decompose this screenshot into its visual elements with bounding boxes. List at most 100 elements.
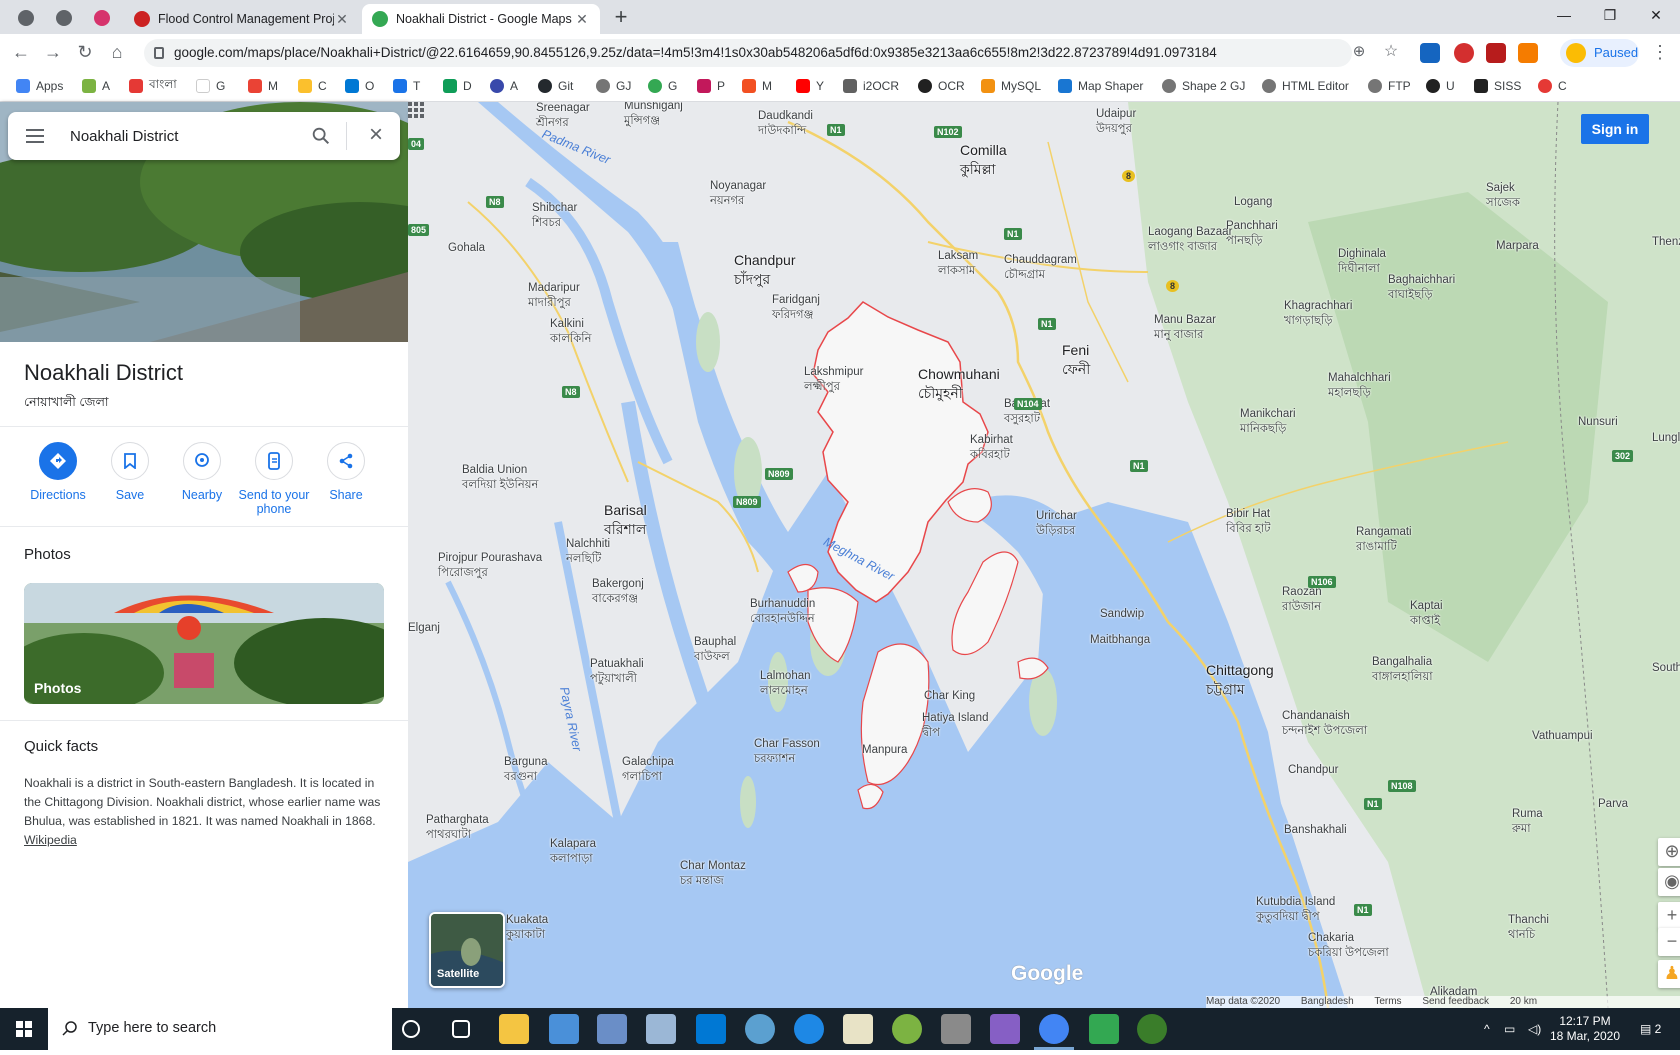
- map-label[interactable]: Galachipa গলাচিপা: [622, 756, 674, 787]
- clock[interactable]: 12:17 PM 18 Mar, 2020: [1545, 1014, 1625, 1044]
- map-label[interactable]: Khagrachhari খাগড়াছড়ি: [1284, 300, 1352, 331]
- map-canvas[interactable]: Sreenagar শ্রীনগর Munshiganj মুন্সিগঞ্জ Da…: [408, 102, 1680, 1008]
- terms-link[interactable]: Terms: [1374, 996, 1401, 1007]
- map-label[interactable]: Raozan রাউজান: [1282, 586, 1322, 617]
- profile-button[interactable]: Paused: [1560, 39, 1639, 67]
- network-icon[interactable]: ▭: [1504, 1022, 1515, 1036]
- map-label[interactable]: Kuakata কুয়াকাটা: [506, 914, 548, 945]
- tab-close-icon[interactable]: ✕: [334, 11, 350, 28]
- bookmark-item[interactable]: MySQL: [981, 77, 1041, 95]
- map-label[interactable]: Laogang Bazaar লাওগাং বাজার: [1148, 226, 1232, 257]
- map-label[interactable]: Nalchhiti নলছিটি: [566, 538, 610, 569]
- taskbar-search[interactable]: Type here to search: [48, 1008, 392, 1050]
- pinned-tab[interactable]: [8, 6, 44, 30]
- volume-icon[interactable]: ◁): [1528, 1022, 1541, 1036]
- sign-in-button[interactable]: Sign in: [1581, 114, 1649, 144]
- edge-icon[interactable]: [794, 1014, 824, 1044]
- map-label[interactable]: Urirchar উড়িরচর: [1036, 510, 1077, 541]
- map-label[interactable]: Dighinala দিঘীনালা: [1338, 248, 1386, 279]
- taskbar-app-icon[interactable]: [941, 1014, 971, 1044]
- map-label[interactable]: Sandwip: [1100, 608, 1144, 620]
- share-button[interactable]: Share: [306, 442, 386, 502]
- map-label[interactable]: Chittagong চট্টগ্রাম: [1206, 662, 1274, 702]
- bookmark-item[interactable]: C: [298, 77, 327, 95]
- bookmark-item[interactable]: D: [443, 77, 472, 95]
- wikipedia-link[interactable]: Wikipedia: [24, 833, 77, 847]
- map-label[interactable]: Barisal বরিশাল: [604, 502, 647, 542]
- map-label[interactable]: Baldia Union বলদিয়া ইউনিয়ন: [462, 464, 538, 495]
- android-studio-icon[interactable]: [892, 1014, 922, 1044]
- address-bar[interactable]: google.com/maps/place/Noakhali+District/…: [144, 39, 1352, 67]
- chrome-icon[interactable]: [1039, 1014, 1069, 1044]
- map-label[interactable]: Char King: [924, 690, 975, 702]
- map-label[interactable]: Manpura: [862, 744, 907, 756]
- map-label[interactable]: Parva: [1598, 798, 1628, 810]
- map-label[interactable]: Char Montaz চর মন্তাজ: [680, 860, 746, 891]
- google-apps-icon[interactable]: [408, 102, 424, 118]
- bookmark-github[interactable]: Git: [538, 77, 573, 95]
- map-label[interactable]: Pirojpur Pourashava পিরোজপুর: [438, 552, 542, 583]
- map-label[interactable]: Lungle: [1652, 432, 1680, 444]
- map-label[interactable]: Logang: [1234, 196, 1272, 208]
- map-label[interactable]: Kaptai কাপ্তাই: [1410, 600, 1443, 631]
- map-label[interactable]: Kutubdia Island কুতুবদিয়া দ্বীপ: [1256, 896, 1335, 927]
- extension-new-icon[interactable]: [1420, 43, 1440, 63]
- map-label[interactable]: Kalkini কালকিনি: [550, 318, 591, 349]
- bookmark-item[interactable]: i2OCR: [843, 77, 899, 95]
- minimize-button[interactable]: —: [1541, 4, 1587, 28]
- tab-flood-control[interactable]: Flood Control Management Proje ✕: [124, 4, 360, 34]
- map-label[interactable]: Daudkandi দাউদকান্দি: [758, 110, 813, 141]
- taskbar-app-icon[interactable]: [646, 1014, 676, 1044]
- map-label[interactable]: Thanchi থানচি: [1508, 914, 1549, 945]
- map-label[interactable]: Chauddagram চৌদ্দগ্রাম: [1004, 254, 1077, 285]
- map-label[interactable]: Bauphal বাউফল: [694, 636, 736, 667]
- bookmark-item[interactable]: U: [1426, 77, 1455, 95]
- map-label[interactable]: Manikchari মানিকছড়ি: [1240, 408, 1296, 439]
- map-label[interactable]: Kabirhat কবিরহাট: [970, 434, 1013, 465]
- bookmark-item[interactable]: P: [697, 77, 725, 95]
- map-label[interactable]: Manu Bazar মানু বাজার: [1154, 314, 1216, 345]
- map-label[interactable]: Madaripur মাদারীপুর: [528, 282, 580, 313]
- nearby-button[interactable]: Nearby: [162, 442, 242, 502]
- globe-view-icon[interactable]: ⊕: [1658, 838, 1680, 866]
- bookmark-item[interactable]: FTP: [1368, 77, 1411, 95]
- my-location-icon[interactable]: ◉: [1658, 868, 1680, 896]
- map-label[interactable]: Vathuampui: [1532, 730, 1593, 742]
- photos-thumbnail[interactable]: Photos: [24, 583, 384, 704]
- bookmark-item[interactable]: M: [742, 77, 772, 95]
- map-label[interactable]: Chandpur: [1288, 764, 1339, 776]
- pegman-icon[interactable]: ♟: [1658, 960, 1680, 988]
- visual-studio-icon[interactable]: [990, 1014, 1020, 1044]
- install-icon[interactable]: ⊕: [1346, 40, 1372, 66]
- close-window-button[interactable]: ✕: [1633, 4, 1679, 28]
- taskbar-app-icon[interactable]: [597, 1014, 627, 1044]
- cortana-icon[interactable]: [402, 1020, 420, 1038]
- adblock-icon[interactable]: [1454, 43, 1474, 63]
- bookmark-star-icon[interactable]: ☆: [1378, 40, 1404, 66]
- save-button[interactable]: Save: [90, 442, 170, 502]
- map-label[interactable]: Bibir Hat বিবির হাট: [1226, 508, 1271, 539]
- reload-button[interactable]: ↻: [72, 40, 98, 66]
- map-label[interactable]: Patuakhali পটুয়াখালী: [590, 658, 644, 689]
- send-feedback-link[interactable]: Send feedback: [1422, 996, 1489, 1007]
- bookmark-item[interactable]: G: [648, 77, 677, 95]
- scale-bar[interactable]: 20 km: [1510, 996, 1537, 1007]
- taskbar-app-icon[interactable]: [549, 1014, 579, 1044]
- map-label[interactable]: Elganj: [408, 622, 440, 634]
- satellite-layer-toggle[interactable]: Satellite: [429, 912, 505, 988]
- map-label[interactable]: Ruma রুমা: [1512, 808, 1543, 839]
- map-label[interactable]: Gohala: [448, 242, 485, 254]
- zoom-out-button[interactable]: −: [1658, 928, 1680, 956]
- bookmark-item[interactable]: HTML Editor: [1262, 77, 1349, 95]
- map-label[interactable]: Thenz: [1652, 236, 1680, 248]
- notifications-icon[interactable]: ▤ 2: [1640, 1022, 1661, 1036]
- map-label[interactable]: Sajek সাজেক: [1486, 182, 1520, 213]
- map-label[interactable]: Udaipur উদয়পুর: [1096, 108, 1136, 139]
- search-icon[interactable]: [310, 125, 332, 147]
- search-input[interactable]: [70, 124, 290, 148]
- file-explorer-icon[interactable]: [499, 1014, 529, 1044]
- pdf-extension-icon[interactable]: [1486, 43, 1506, 63]
- bookmark-item[interactable]: A: [82, 77, 110, 95]
- map-label[interactable]: South Bungtla: [1652, 662, 1680, 674]
- taskbar-app-icon[interactable]: [1089, 1014, 1119, 1044]
